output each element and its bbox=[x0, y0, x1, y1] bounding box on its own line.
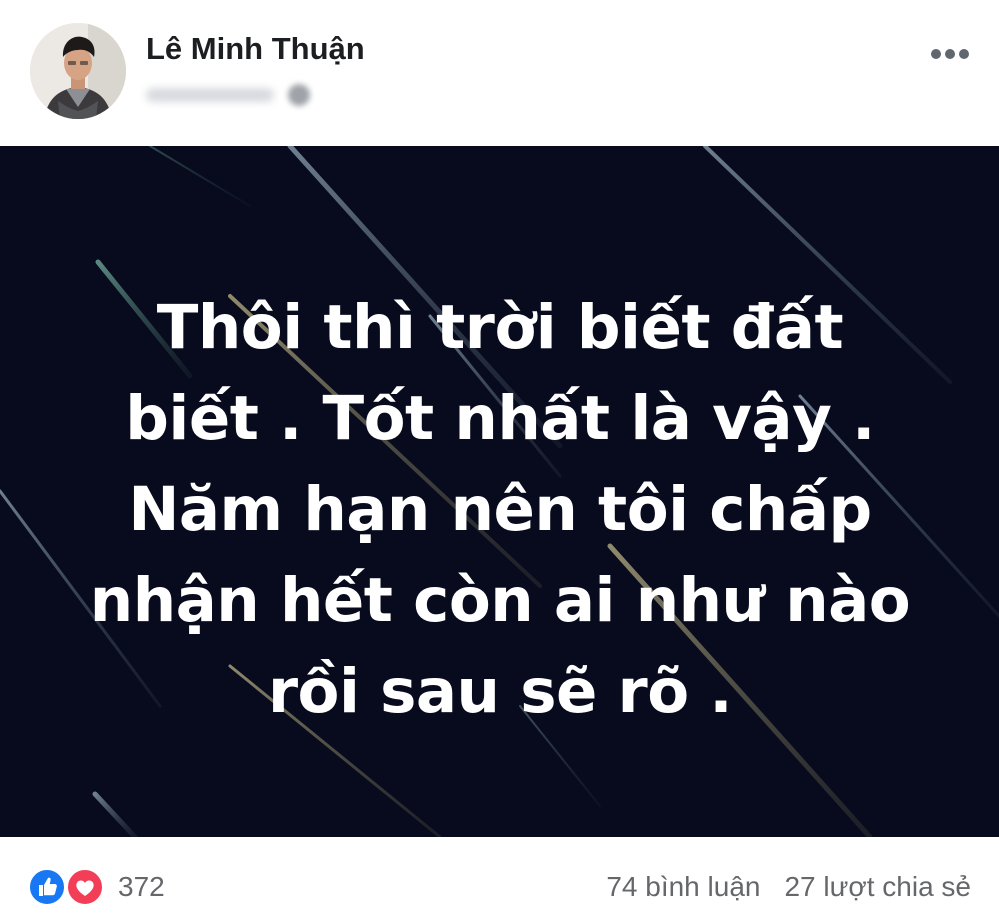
post-image[interactable]: Thôi thì trời biết đất biết . Tốt nhất l… bbox=[0, 146, 999, 837]
love-icon bbox=[66, 868, 104, 906]
reaction-count[interactable]: 372 bbox=[118, 870, 165, 904]
post-timestamp-blurred[interactable] bbox=[146, 82, 316, 108]
avatar-photo bbox=[30, 23, 126, 119]
shares-count-link[interactable]: 27 lượt chia sẻ bbox=[784, 871, 971, 902]
author-name[interactable]: Lê Minh Thuận bbox=[146, 30, 365, 68]
post-footer: 372 74 bình luận 27 lượt chia sẻ bbox=[0, 837, 999, 919]
post-quote-text: Thôi thì trời biết đất biết . Tốt nhất l… bbox=[89, 292, 911, 727]
more-horizontal-icon bbox=[931, 49, 969, 59]
facebook-post: Lê Minh Thuận Thôi thì trời biết đất biế… bbox=[0, 0, 999, 919]
post-header: Lê Minh Thuận bbox=[0, 0, 999, 146]
comments-count-link[interactable]: 74 bình luận bbox=[606, 871, 760, 902]
timestamp-redacted bbox=[146, 88, 274, 102]
globe-icon bbox=[288, 84, 310, 106]
engagement-stats: 74 bình luận 27 lượt chia sẻ bbox=[606, 870, 971, 904]
like-icon bbox=[28, 868, 66, 906]
more-options-button[interactable] bbox=[922, 36, 978, 72]
avatar[interactable] bbox=[30, 23, 126, 119]
